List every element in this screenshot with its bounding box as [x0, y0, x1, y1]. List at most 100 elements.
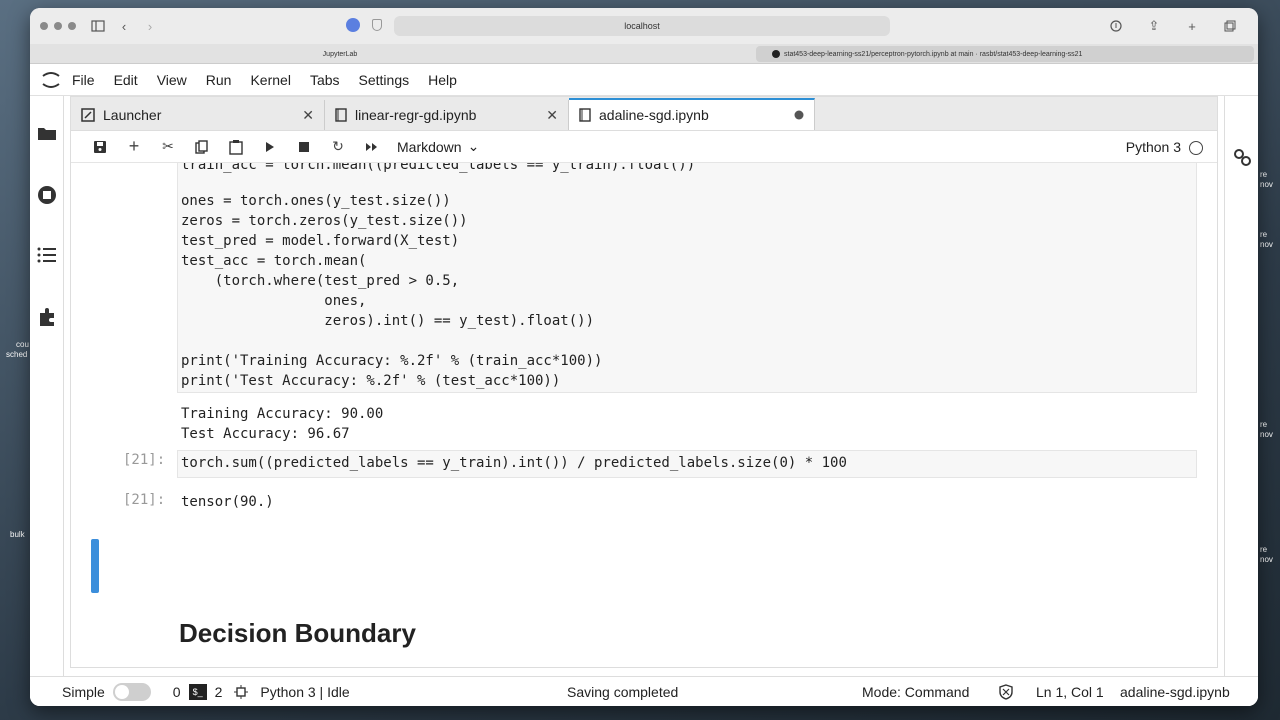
jupyterlab-app: File Edit View Run Kernel Tabs Settings … [30, 64, 1258, 706]
code-line: ones, [181, 293, 367, 309]
desktop-label: sched [6, 350, 28, 359]
unsaved-indicator-icon[interactable] [794, 110, 804, 120]
browser-window: ‹ › localhost ⇪ + JupyterLab stat453-dee… [30, 8, 1258, 706]
menu-file[interactable]: File [72, 72, 95, 88]
desktop-label: nov [1260, 180, 1273, 189]
code-line: torch.sum((predicted_labels == y_train).… [181, 455, 847, 471]
add-cell-icon[interactable]: + [117, 135, 151, 159]
menu-edit[interactable]: Edit [114, 72, 138, 88]
notebook-toolbar: + ✂ ↻ Markdown ⌄ [71, 131, 1217, 163]
tab-label: adaline-sgd.ipynb [599, 107, 709, 123]
kernels-count[interactable]: 2 [215, 684, 223, 700]
desktop-label: nov [1260, 240, 1273, 249]
right-sidebar [1224, 96, 1258, 676]
close-window-button[interactable] [40, 22, 48, 30]
tab-launcher[interactable]: Launcher ✕ [71, 100, 325, 130]
running-icon[interactable] [36, 184, 58, 206]
terminal-icon[interactable]: $_ [188, 683, 207, 700]
code-line: zeros = torch.zeros(y_test.size()) [181, 213, 468, 229]
notebook-body[interactable]: train_acc = torch.mean((predicted_labels… [71, 163, 1217, 668]
restart-icon[interactable]: ↻ [321, 135, 355, 159]
cursor-position[interactable]: Ln 1, Col 1 [1036, 684, 1104, 700]
url-text: localhost [624, 21, 660, 31]
browser-tab-label: JupyterLab [322, 50, 358, 58]
kernel-chip-icon[interactable] [234, 684, 249, 699]
code-line: (torch.where(test_pred > 0.5, [181, 273, 460, 289]
chevron-down-icon: ⌄ [467, 138, 480, 154]
close-icon[interactable]: ✕ [302, 107, 314, 124]
output-line: Test Accuracy: 96.67 [181, 426, 350, 442]
code-line: print('Training Accuracy: %.2f' % (train… [181, 353, 603, 369]
copy-icon[interactable] [185, 135, 219, 159]
simple-mode-toggle[interactable] [112, 682, 151, 701]
desktop-label: re [1260, 420, 1268, 429]
zoom-window-button[interactable] [68, 22, 76, 30]
code-line: print('Test Accuracy: %.2f' % (test_acc*… [181, 373, 561, 389]
main-dock-panel: Launcher ✕ linear-regr-gd.ipynb ✕ adalin… [70, 96, 1218, 668]
document-tab-bar: Launcher ✕ linear-regr-gd.ipynb ✕ adalin… [71, 97, 1217, 131]
menu-tabs[interactable]: Tabs [310, 72, 340, 88]
shield-icon[interactable] [372, 19, 382, 31]
run-icon[interactable] [253, 135, 287, 159]
markdown-heading: Decision Boundary [179, 618, 416, 648]
menu-run[interactable]: Run [206, 72, 232, 88]
tab-label: Launcher [103, 107, 162, 123]
stop-icon[interactable] [287, 135, 321, 159]
desktop-label: re [1260, 230, 1268, 239]
left-sidebar [30, 96, 64, 676]
browser-tab-label: stat453-deep-learning-ss21/perceptron-py… [784, 50, 1083, 58]
kernel-status[interactable]: Python 3 | Idle [260, 684, 349, 700]
privacy-icon[interactable] [346, 18, 360, 32]
output-line: Training Accuracy: 90.00 [181, 406, 384, 422]
notebook-mode: Mode: Command [862, 683, 970, 700]
output-line: tensor(90.) [181, 494, 274, 510]
sidebar-toggle-icon[interactable] [88, 16, 108, 36]
gear-icon[interactable] [1231, 146, 1253, 168]
code-line: test_acc = torch.mean( [181, 253, 367, 269]
github-icon [772, 50, 780, 58]
notebook-icon [579, 108, 591, 122]
tab-linear-regr-gd[interactable]: linear-regr-gd.ipynb ✕ [325, 100, 569, 130]
simple-mode-label: Simple [62, 683, 105, 700]
output-prompt: [21]: [123, 492, 166, 508]
menu-help[interactable]: Help [428, 72, 457, 88]
browser-tab-github[interactable]: stat453-deep-learning-ss21/perceptron-py… [756, 46, 1254, 62]
kernel-name[interactable]: Python 3 [1126, 139, 1181, 155]
close-icon[interactable]: ✕ [546, 107, 558, 124]
browser-tab-jupyterlab[interactable]: JupyterLab [290, 46, 390, 62]
download-icon[interactable] [1106, 16, 1126, 36]
table-of-contents-icon[interactable] [36, 244, 58, 266]
code-line: test_pred = model.forward(X_test) [181, 233, 460, 249]
input-prompt: [21]: [123, 452, 166, 468]
forward-icon[interactable]: › [140, 16, 160, 36]
extension-icon[interactable] [36, 306, 58, 328]
cut-icon[interactable]: ✂ [151, 135, 185, 159]
desktop-label: re [1260, 545, 1268, 554]
menu-kernel[interactable]: Kernel [250, 72, 290, 88]
desktop-label: re [1260, 170, 1268, 179]
browser-toolbar: ‹ › localhost ⇪ + [30, 8, 1258, 44]
menu-settings[interactable]: Settings [359, 72, 410, 88]
active-cell-indicator[interactable] [91, 539, 99, 593]
menu-view[interactable]: View [157, 72, 187, 88]
current-filename: adaline-sgd.ipynb [1120, 683, 1230, 700]
notebook-icon [335, 108, 347, 122]
trusted-icon[interactable] [998, 683, 1014, 700]
back-icon[interactable]: ‹ [114, 16, 134, 36]
window-controls [40, 22, 76, 30]
address-bar[interactable]: localhost [394, 16, 890, 36]
new-tab-icon[interactable]: + [1182, 16, 1202, 36]
tab-overview-icon[interactable] [1220, 16, 1240, 36]
share-icon[interactable]: ⇪ [1144, 16, 1164, 36]
paste-icon[interactable] [219, 135, 253, 159]
minimize-window-button[interactable] [54, 22, 62, 30]
code-line: train_acc = torch.mean((predicted_labels… [181, 163, 696, 173]
desktop-label: nov [1260, 555, 1273, 564]
jupyter-logo-icon [30, 69, 72, 91]
save-icon[interactable] [83, 135, 117, 159]
terminals-count[interactable]: 0 [173, 684, 181, 700]
folder-icon[interactable] [36, 122, 58, 144]
run-all-icon[interactable] [355, 135, 389, 159]
tab-adaline-sgd[interactable]: adaline-sgd.ipynb [569, 98, 815, 130]
cell-type-dropdown[interactable]: Markdown ⌄ [397, 138, 479, 155]
